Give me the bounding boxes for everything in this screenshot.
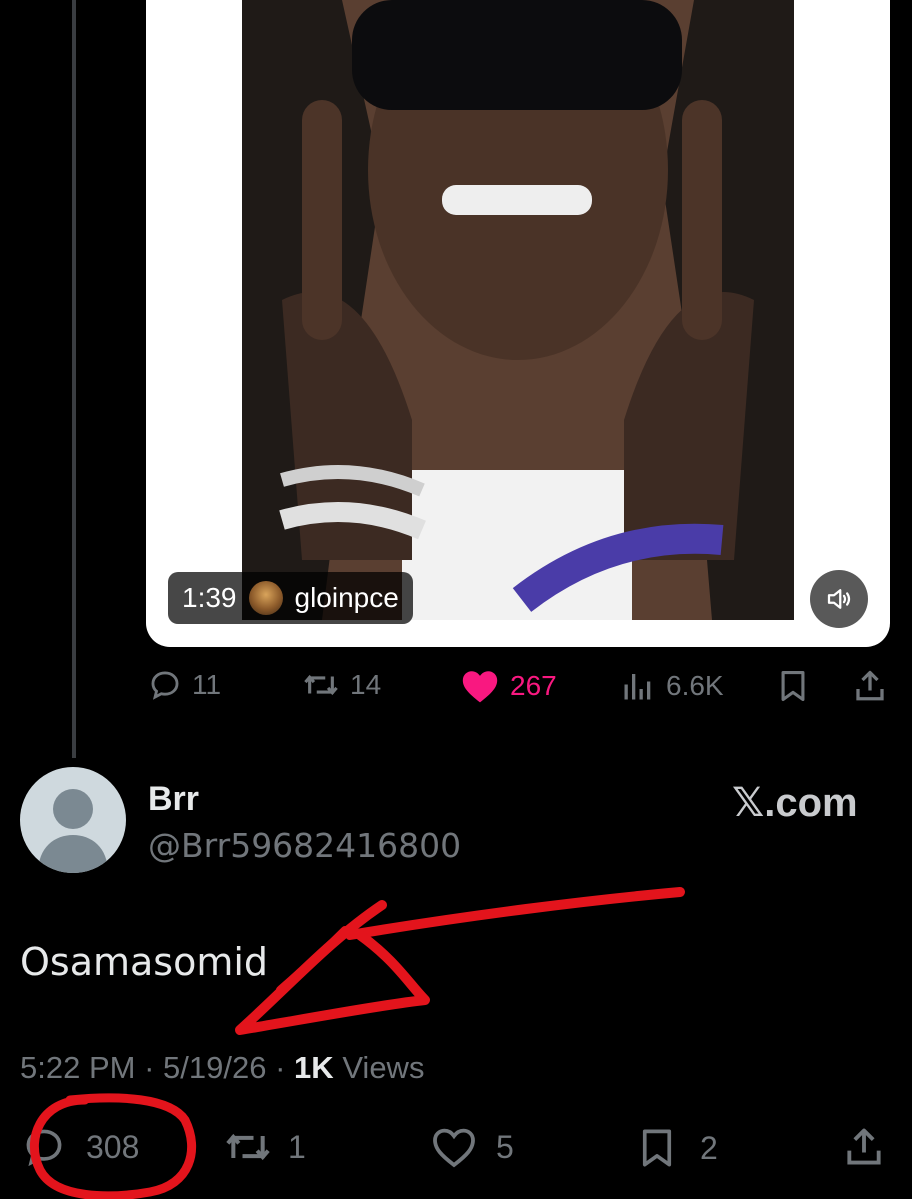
video-thumbnail[interactable] (242, 0, 794, 620)
thread-connector-line (72, 0, 76, 758)
post-views-count: 1K (294, 1050, 334, 1085)
site-watermark: 𝕏.com (732, 781, 858, 825)
mute-toggle-button[interactable] (810, 570, 868, 628)
share-button[interactable] (852, 668, 888, 704)
speaker-icon (827, 589, 851, 609)
reply-count: 11 (192, 669, 222, 700)
repost-count: 1 (288, 1128, 306, 1165)
views-icon (624, 674, 651, 700)
quoted-post-action-bar: 11 14 267 6.6K (0, 668, 912, 708)
post-time[interactable]: 5:22 PM (20, 1050, 135, 1085)
meta-separator: · (144, 1050, 155, 1085)
like-button[interactable]: 267 (460, 668, 557, 704)
reply-count: 308 (86, 1128, 140, 1165)
post-text: Osamasomid (20, 940, 269, 984)
video-duration: 1:39 (182, 582, 237, 613)
reply-icon (26, 1129, 62, 1167)
post-date[interactable]: 5/19/26 (163, 1050, 266, 1085)
share-icon (856, 670, 884, 701)
reply-icon (151, 671, 179, 700)
reply-button[interactable]: 308 (22, 1125, 139, 1169)
repost-count: 14 (350, 669, 382, 700)
repost-icon (304, 674, 338, 696)
video-frame-illustration (242, 0, 794, 620)
heart-icon (462, 671, 498, 703)
annotation-arrow-stroke (276, 926, 349, 994)
meta-separator: · (275, 1050, 286, 1085)
author-handle[interactable]: @Brr59682416800 (148, 826, 461, 865)
views-count: 6.6K (666, 670, 724, 701)
channel-name: gloinpce (294, 582, 399, 613)
share-button[interactable] (842, 1125, 886, 1169)
post-metadata: 5:22 PM · 5/19/26 · 1K Views (20, 1050, 424, 1086)
reply-button[interactable]: 11 (148, 668, 221, 702)
default-avatar-icon (38, 789, 108, 873)
bookmark-button[interactable] (776, 668, 810, 704)
like-count: 5 (496, 1128, 514, 1165)
repost-icon (226, 1133, 270, 1161)
channel-avatar-icon (248, 581, 283, 615)
video-overlay-chip[interactable]: 1:39 gloinpce (168, 572, 413, 624)
avatar[interactable] (20, 767, 126, 873)
annotation-arrow-shaft (345, 887, 685, 940)
bookmark-button[interactable]: 2 (636, 1125, 718, 1171)
post-views-label: Views (342, 1050, 425, 1085)
bookmark-icon (642, 1129, 672, 1167)
author-display-name[interactable]: Brr (148, 780, 199, 819)
reply-post-action-bar: 308 1 5 2 (0, 1125, 912, 1169)
like-button[interactable]: 5 (430, 1125, 514, 1169)
repost-button[interactable]: 1 (222, 1125, 306, 1169)
like-count: 267 (510, 670, 557, 701)
views-button[interactable]: 6.6K (620, 668, 724, 704)
repost-button[interactable]: 14 (302, 668, 381, 702)
bookmark-count: 2 (700, 1129, 718, 1166)
share-icon (847, 1128, 881, 1165)
heart-icon (433, 1128, 475, 1168)
bookmark-icon (781, 670, 805, 702)
quoted-media-card[interactable]: 1:39 gloinpce (146, 0, 890, 647)
